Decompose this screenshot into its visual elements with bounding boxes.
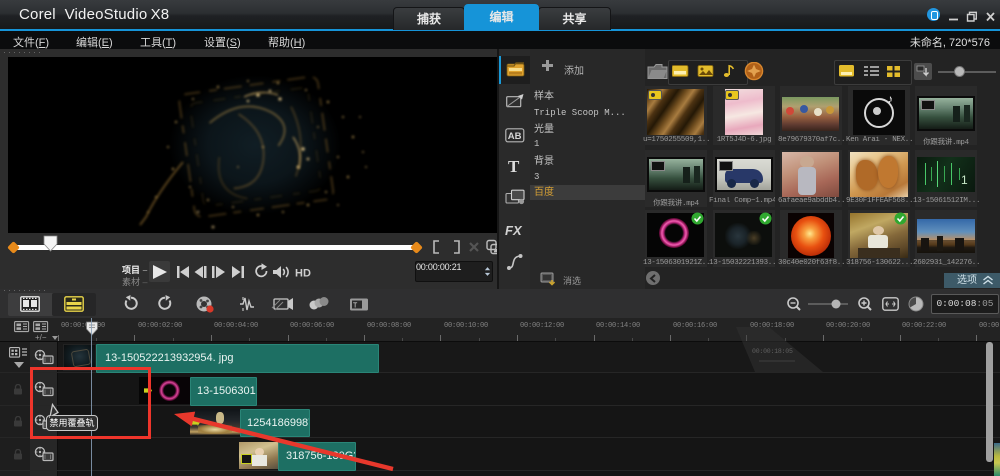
svg-text:00:00:18:05: 00:00:18:05 [752,348,793,355]
svg-text:HD: HD [295,268,311,280]
svg-text:T: T [353,303,358,310]
svg-text:AB: AB [508,131,522,142]
